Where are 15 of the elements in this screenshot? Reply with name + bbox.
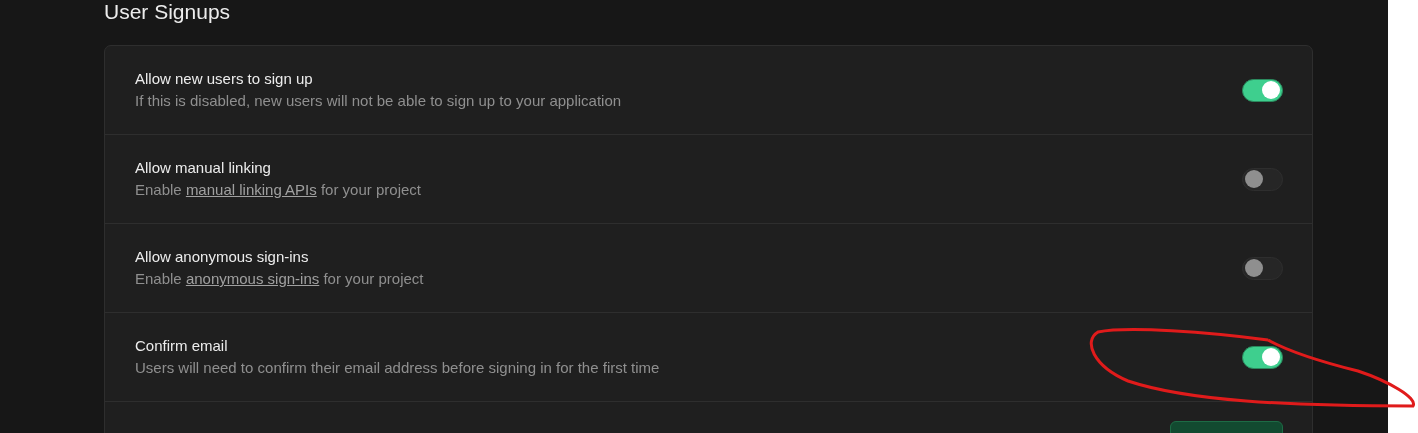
setting-description: If this is disabled, new users will not be able to sign up to your application	[135, 92, 622, 110]
toggle-switch[interactable]	[1242, 167, 1283, 191]
docs-link[interactable]: manual linking APIs	[185, 181, 317, 198]
setting-description: Enable anonymous sign-ins for your project	[135, 270, 424, 288]
setting-title: Allow anonymous sign-ins	[135, 248, 310, 266]
setting-description: Enable manual linking APIs for your project	[135, 181, 421, 199]
setting-title: Confirm email	[135, 337, 229, 355]
setting-description: Users will need to confirm their email address before signing in for the first time	[135, 359, 660, 377]
setting-title: Allow manual linking	[135, 159, 272, 177]
setting-title: Allow new users to sign up	[135, 70, 314, 88]
toggle-switch[interactable]	[1242, 256, 1283, 280]
toggle-switch[interactable]	[1242, 78, 1283, 102]
toggle-switch[interactable]	[1242, 345, 1283, 369]
docs-link[interactable]: anonymous sign-ins	[185, 270, 320, 287]
section-heading: User Signups	[104, 0, 232, 24]
